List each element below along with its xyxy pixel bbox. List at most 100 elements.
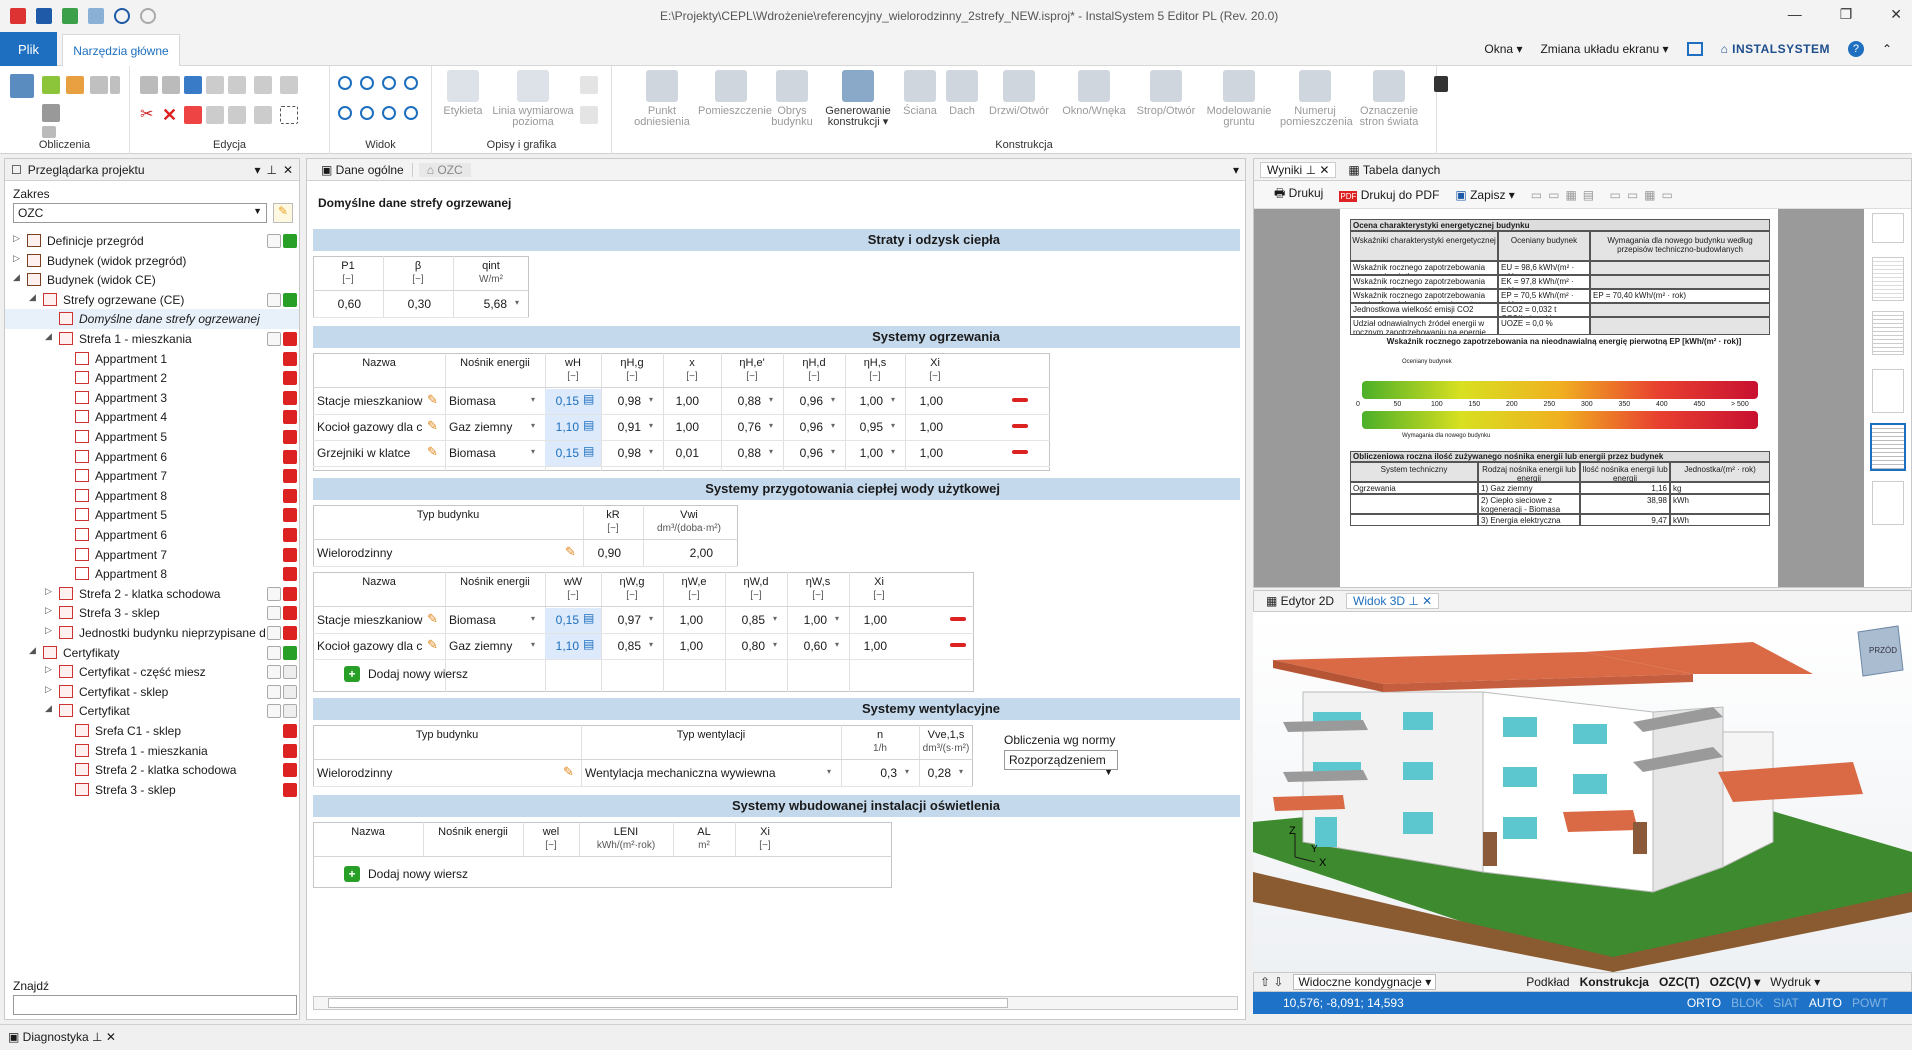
remove-icon[interactable] [283,743,297,758]
calc-green-icon[interactable] [42,76,60,94]
tree-item[interactable]: ◢ Certyfikaty [5,643,299,663]
dropdown-icon[interactable]: ▾ [649,614,653,623]
tabs-dropdown-icon[interactable]: ▾ [1233,163,1239,177]
dropdown-icon[interactable]: ▾ [835,640,839,649]
remove-row-icon[interactable] [950,643,966,647]
calculator-icon[interactable]: ▤ [583,611,594,625]
number-rooms-button[interactable]: Numeruj pomieszczenia [1280,70,1353,128]
properties-icon[interactable] [267,645,281,660]
dropdown-icon[interactable]: ▾ [831,421,835,430]
thumbnail-selected[interactable] [1870,423,1906,471]
edit-pencil-icon[interactable]: ✎ [427,637,438,653]
table-cell[interactable]: 1,00 [663,394,699,408]
dropdown-icon[interactable]: ▾ [531,395,535,404]
table-cell[interactable]: 0,97 [601,613,641,627]
dropdown-icon[interactable]: ▾ [649,395,653,404]
remove-icon[interactable] [283,390,297,405]
table-cell[interactable]: 0,85 [601,639,641,653]
table-cell[interactable]: Gaz ziemny [449,639,523,653]
select-icon[interactable] [280,106,298,124]
remove-icon[interactable] [283,508,297,523]
calc-building-icon[interactable] [66,76,84,94]
table-cell[interactable]: 0,15 [545,446,579,460]
tree-item[interactable]: Appartment 7 [5,545,299,565]
restore-icon[interactable]: ❐ [1840,6,1853,23]
tree-item[interactable]: ▷ Strefa 3 - sklep [5,603,299,623]
mode-orto[interactable]: ORTO [1687,996,1721,1010]
windows-menu[interactable]: Okna ▾ [1484,42,1522,56]
tree-item[interactable]: Appartment 3 [5,388,299,408]
dropdown-icon[interactable]: ▾ [531,614,535,623]
table-cell[interactable]: 0,15 [545,613,579,627]
close-panel-icon[interactable]: ✕ [283,163,293,177]
table-cell[interactable]: 1,00 [845,446,883,460]
table-cell[interactable]: 0,88 [721,394,761,408]
expander-icon[interactable]: ◢ [29,292,36,303]
open-icon[interactable] [62,8,78,24]
dropdown-icon[interactable]: ▾ [649,640,653,649]
extra-ribbon-icon[interactable] [1434,76,1448,92]
scale-icon[interactable] [228,106,246,124]
reference-point-button[interactable]: Punkt odniesienia [630,70,694,128]
remove-icon[interactable] [283,351,297,366]
rotate-icon[interactable] [206,106,224,124]
properties-icon[interactable] [267,332,281,346]
copy-icon[interactable] [140,76,158,94]
dropdown-icon[interactable]: ▾ [959,767,963,776]
toolbar-icons[interactable]: ▭▭▦▤ ▭▭▦▭ [1531,188,1679,202]
expander-icon[interactable]: ▷ [13,253,20,264]
redo-icon[interactable] [140,8,156,24]
close-icon[interactable]: ✕ [1890,6,1902,23]
expander-icon[interactable]: ▷ [45,664,52,675]
table-cell[interactable]: 0,95 [845,420,883,434]
dropdown-icon[interactable]: ▾ [773,614,777,623]
tree-item[interactable]: ▷ Strefa 2 - klatka schodowa [5,584,299,604]
table-cell[interactable]: 0,85 [725,613,765,627]
table-cell[interactable]: 1,10 [545,420,579,434]
table-cell[interactable]: 0,28 [919,766,951,780]
tree-item[interactable]: Appartment 1 [5,349,299,369]
table-cell[interactable]: 1,00 [845,394,883,408]
tab-diagnostics[interactable]: ▣ Diagnostyka ⊥ ✕ [8,1030,116,1044]
remove-icon[interactable] [283,449,297,464]
layout-icon[interactable] [1686,42,1703,56]
remove-icon[interactable] [283,469,297,484]
remove-icon[interactable] [283,547,297,562]
move-icon[interactable] [228,76,246,94]
mirror-icon[interactable] [206,76,224,94]
table-cell[interactable]: 0,30 [383,297,431,311]
align-icon[interactable] [254,76,272,94]
table-cell[interactable]: 0,01 [663,446,699,460]
table-cell[interactable]: 0,98 [601,394,641,408]
label-button[interactable]: Etykieta [438,70,488,117]
remove-icon[interactable] [283,371,297,386]
dropdown-icon[interactable]: ▾ [891,421,895,430]
zoom-in-icon[interactable] [338,76,352,90]
properties-icon[interactable] [267,704,281,719]
mode-auto[interactable]: AUTO [1809,996,1842,1010]
hatch-icon[interactable] [580,106,598,124]
norm-select[interactable]: Rozporządzeniem ▼ [1004,750,1118,777]
tree-item[interactable]: Appartment 5 [5,427,299,447]
calc-grid-icon[interactable] [10,74,34,98]
edit-pencil-icon[interactable]: ✎ [563,764,574,780]
table-cell[interactable]: 1,00 [905,446,943,460]
toggle-underlay[interactable]: Podkład [1526,975,1569,989]
table-cell[interactable]: 0,90 [583,546,621,560]
minimize-icon[interactable]: — [1788,6,1802,23]
collapse-ribbon-icon[interactable]: ⌃ [1882,42,1892,56]
refresh-icon[interactable] [404,106,418,120]
remove-icon[interactable] [283,410,297,425]
tab-editor-2d[interactable]: ▦ Edytor 2D [1260,594,1340,608]
dropdown-icon[interactable]: ▾ [769,421,773,430]
table-cell[interactable]: Wielorodzinny [317,766,559,780]
table-cell[interactable]: 0,98 [601,446,641,460]
cut-icon[interactable]: ✂ [140,106,158,124]
expander-icon[interactable]: ▷ [13,233,20,244]
table-cell[interactable]: Wielorodzinny [317,546,561,560]
paste-icon[interactable] [162,76,180,94]
visible-floors-dropdown[interactable]: Widoczne kondygnacje ▾ [1293,974,1437,990]
panel-menu-icon[interactable]: ▾ [254,163,260,177]
thumbnail[interactable] [1872,481,1904,525]
grid-icon[interactable] [254,106,272,124]
